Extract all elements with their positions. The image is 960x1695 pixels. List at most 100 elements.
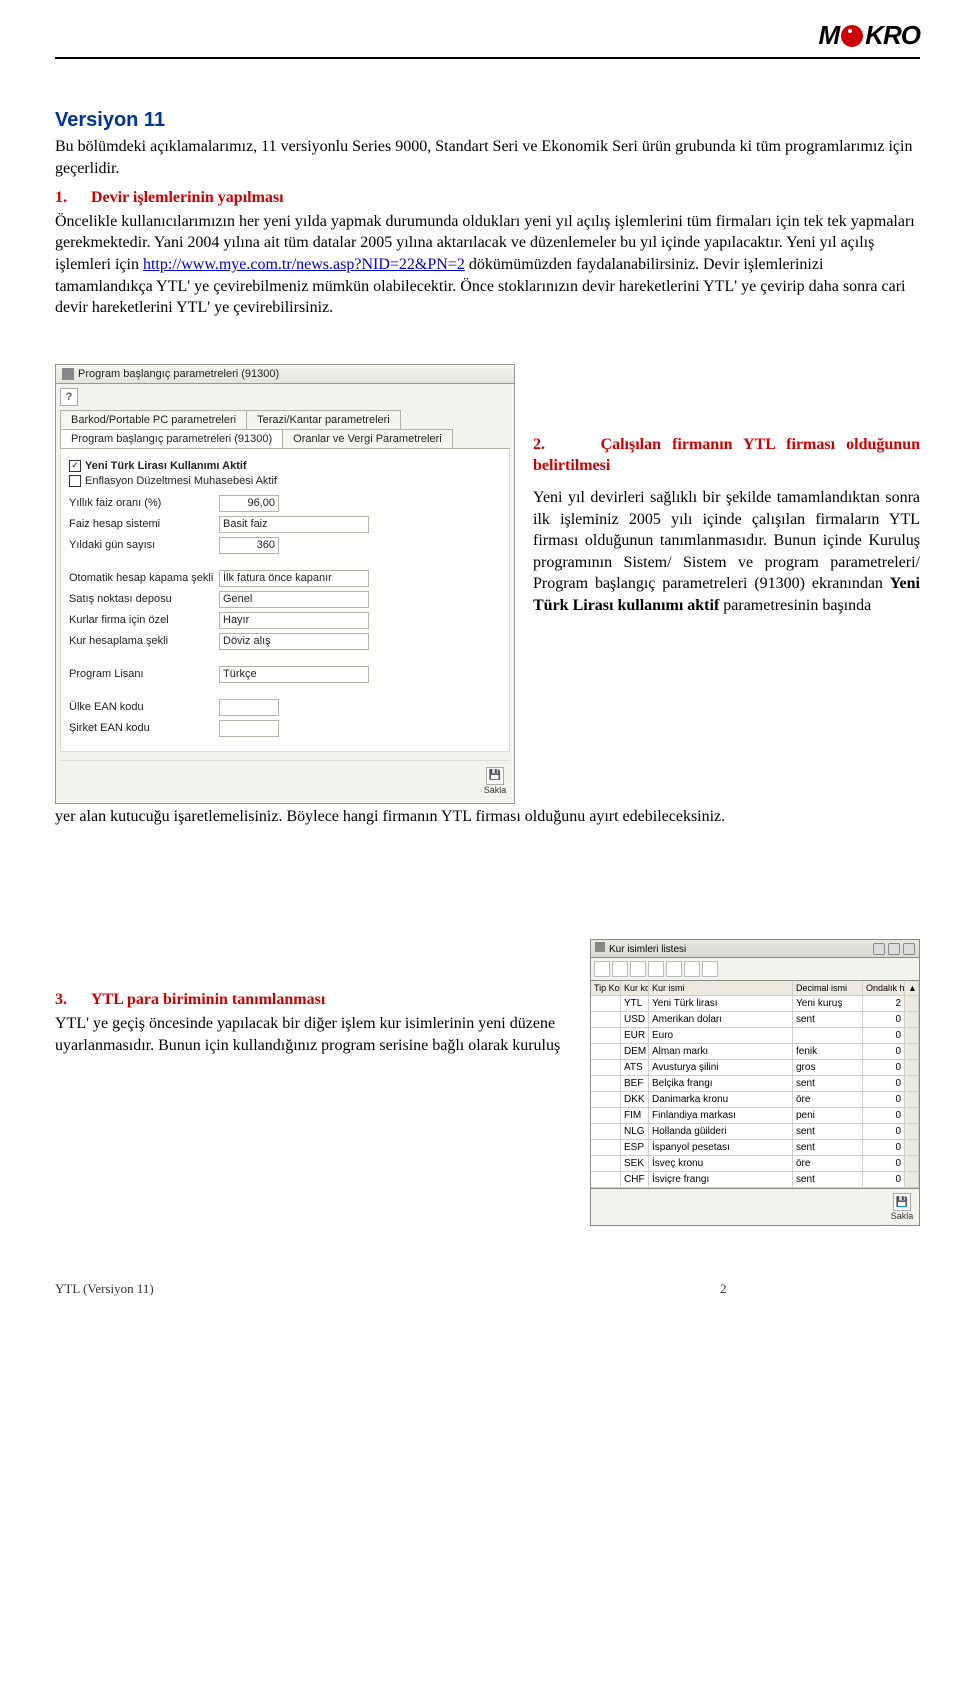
tab-barkod[interactable]: Barkod/Portable PC parametreleri (60, 410, 247, 429)
scrollbar-track[interactable] (905, 1012, 919, 1027)
cell-dec: Yeni kuruş (793, 996, 863, 1011)
table-row[interactable]: NLGHollanda güilderisent0 (591, 1124, 919, 1140)
minimize-icon[interactable] (873, 943, 885, 955)
field-value[interactable]: Hayır (219, 612, 369, 629)
table-row[interactable]: BEFBelçika frangısent0 (591, 1076, 919, 1092)
field-value[interactable] (219, 699, 279, 716)
tab-program-baslangic[interactable]: Program başlangıç parametreleri (91300) (60, 429, 283, 448)
tab-terazi[interactable]: Terazi/Kantar parametreleri (246, 410, 401, 429)
field-value[interactable]: Genel (219, 591, 369, 608)
table-row[interactable]: USDAmerikan dolarısent0 (591, 1012, 919, 1028)
cell-han: 0 (863, 1092, 905, 1107)
cell-kur: SEK (621, 1156, 649, 1171)
field-label: Yıllık faiz oranı (%) (69, 497, 219, 509)
col-kur: Kur kod (621, 981, 649, 995)
scrollbar-track[interactable] (905, 1172, 919, 1187)
toolbar-icon[interactable] (666, 961, 682, 977)
scrollbar-track[interactable] (905, 1092, 919, 1107)
scrollbar-track[interactable] (905, 996, 919, 1011)
toolbar-icon[interactable] (684, 961, 700, 977)
chk-ytl-aktif[interactable] (69, 460, 81, 472)
kur-save-button[interactable]: 💾 Sakla (889, 1193, 915, 1221)
field-label: Program Lisanı (69, 668, 219, 680)
cell-tip (591, 1012, 621, 1027)
field-label: Otomatik hesap kapama şekli (69, 572, 219, 584)
sec3-num: 3. (55, 991, 67, 1008)
field-value[interactable]: 96,00 (219, 495, 279, 512)
kur-titlebar[interactable]: Kur isimleri listesi (590, 939, 920, 958)
toolbar-icon[interactable] (702, 961, 718, 977)
cell-name: İsveç kronu (649, 1156, 793, 1171)
table-row[interactable]: ATSAvusturya şilinigros0 (591, 1060, 919, 1076)
col-han: Ondalık hane (863, 981, 905, 995)
save-button[interactable]: 💾 Sakla (482, 767, 508, 795)
chk-ytl-label: Yeni Türk Lirası Kullanımı Aktif (85, 460, 247, 472)
window-icon (595, 942, 605, 952)
table-row[interactable]: SEKİsveç kronuöre0 (591, 1156, 919, 1172)
field-label: Ülke EAN kodu (69, 701, 219, 713)
dialog-program-params: Program başlangıç parametreleri (91300) … (55, 364, 515, 804)
form-row: Satış noktası deposuGenel (69, 591, 501, 608)
scrollbar-track[interactable] (905, 1060, 919, 1075)
field-value[interactable]: Basit faiz (219, 516, 369, 533)
scrollbar-track[interactable] (905, 1108, 919, 1123)
field-value[interactable]: Döviz alış (219, 633, 369, 650)
cell-kur: CHF (621, 1172, 649, 1187)
sec2-pa: Yeni yıl devirleri sağlıklı bir şekilde … (533, 489, 920, 592)
cell-name: Danimarka kronu (649, 1092, 793, 1107)
cell-tip (591, 1076, 621, 1091)
maximize-icon[interactable] (888, 943, 900, 955)
cell-tip (591, 1108, 621, 1123)
cell-tip (591, 1156, 621, 1171)
scrollbar-track[interactable] (905, 1076, 919, 1091)
table-row[interactable]: EUREuro0 (591, 1028, 919, 1044)
toolbar-icon[interactable] (594, 961, 610, 977)
cell-kur: USD (621, 1012, 649, 1027)
field-value[interactable]: İlk fatura önce kapanır (219, 570, 369, 587)
scrollbar-track[interactable] (905, 1028, 919, 1043)
scrollbar-track[interactable] (905, 1124, 919, 1139)
field-label: Satış noktası deposu (69, 593, 219, 605)
logo-text-right: KRO (865, 20, 920, 51)
scroll-head: ▲ (905, 981, 919, 995)
cell-kur: YTL (621, 996, 649, 1011)
sec2-heading: 2. Çalışılan firmanın YTL firması olduğu… (533, 434, 920, 477)
chk-enflasyon[interactable] (69, 475, 81, 487)
cell-kur: BEF (621, 1076, 649, 1091)
logo: M KRO (819, 20, 920, 51)
cell-han: 0 (863, 1044, 905, 1059)
toolbar-icon[interactable] (648, 961, 664, 977)
field-value[interactable]: Türkçe (219, 666, 369, 683)
table-row[interactable]: FIMFinlandiya markasıpeni0 (591, 1108, 919, 1124)
field-label: Kur hesaplama şekli (69, 635, 219, 647)
field-value[interactable]: 360 (219, 537, 279, 554)
cell-dec: öre (793, 1156, 863, 1171)
help-icon[interactable]: ? (60, 388, 78, 406)
disk-icon: 💾 (893, 1193, 911, 1211)
scrollbar-track[interactable] (905, 1140, 919, 1155)
table-row[interactable]: DEMAlman markıfenik0 (591, 1044, 919, 1060)
table-row[interactable]: CHFİsviçre frangısent0 (591, 1172, 919, 1188)
cell-dec (793, 1028, 863, 1043)
toolbar-icon[interactable] (612, 961, 628, 977)
table-row[interactable]: YTLYeni Türk lirasıYeni kuruş2 (591, 996, 919, 1012)
cell-dec: öre (793, 1092, 863, 1107)
news-link[interactable]: http://www.mye.com.tr/news.asp?NID=22&PN… (143, 256, 465, 273)
kur-save-label: Sakla (889, 1211, 915, 1221)
cell-dec: sent (793, 1012, 863, 1027)
toolbar-icon[interactable] (630, 961, 646, 977)
dialog-titlebar[interactable]: Program başlangıç parametreleri (91300) (55, 364, 515, 384)
cell-dec: sent (793, 1076, 863, 1091)
scrollbar-track[interactable] (905, 1156, 919, 1171)
tab-oranlar[interactable]: Oranlar ve Vergi Parametreleri (282, 429, 453, 448)
table-row[interactable]: ESPİspanyol pesetasısent0 (591, 1140, 919, 1156)
scrollbar-track[interactable] (905, 1044, 919, 1059)
form-row: Kur hesaplama şekliDöviz alış (69, 633, 501, 650)
cell-han: 0 (863, 1060, 905, 1075)
cell-dec: fenik (793, 1044, 863, 1059)
cell-name: Finlandiya markası (649, 1108, 793, 1123)
cell-name: Euro (649, 1028, 793, 1043)
field-value[interactable] (219, 720, 279, 737)
table-row[interactable]: DKKDanimarka kronuöre0 (591, 1092, 919, 1108)
close-icon[interactable] (903, 943, 915, 955)
